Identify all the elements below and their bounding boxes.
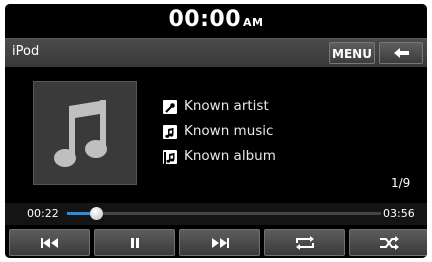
now-playing-panel: Known artist Known music Known album 1/9 <box>5 67 427 201</box>
previous-button[interactable] <box>9 229 90 256</box>
next-button[interactable] <box>179 229 260 256</box>
track-counter: 1/9 <box>391 176 411 190</box>
clock: 00:00 AM <box>5 7 427 32</box>
playback-controls <box>5 226 427 258</box>
clock-ampm: AM <box>243 16 264 29</box>
pause-button[interactable] <box>94 229 175 256</box>
seek-handle[interactable] <box>90 207 104 220</box>
progress-bar: 00:22 03:56 <box>5 203 427 225</box>
song-name: Known music <box>184 123 274 139</box>
music-note-icon <box>54 100 107 167</box>
next-icon <box>211 237 229 248</box>
shuffle-button[interactable] <box>349 229 427 256</box>
repeat-icon <box>295 235 314 250</box>
artist-icon <box>163 100 177 114</box>
previous-icon <box>40 237 58 248</box>
menu-button[interactable]: MENU <box>329 42 375 64</box>
pause-icon <box>130 237 139 248</box>
album-name: Known album <box>184 148 276 164</box>
total-time: 03:56 <box>383 207 415 220</box>
shuffle-icon <box>379 235 399 250</box>
album-art <box>33 81 137 185</box>
clock-time: 00:00 <box>168 7 242 32</box>
repeat-button[interactable] <box>264 229 345 256</box>
back-button[interactable] <box>379 42 423 64</box>
album-icon <box>163 150 177 164</box>
status-bar: 00:00 AM <box>5 4 427 38</box>
title-bar: iPod MENU <box>5 38 427 68</box>
song-icon <box>163 125 177 139</box>
seek-track[interactable] <box>67 207 381 220</box>
head-unit-screen: 00:00 AM iPod MENU Known artist Known mu… <box>5 4 427 258</box>
back-arrow-icon <box>394 48 409 58</box>
page-title: iPod <box>12 44 40 59</box>
elapsed-time: 00:22 <box>27 207 59 220</box>
artist-name: Known artist <box>184 98 269 114</box>
